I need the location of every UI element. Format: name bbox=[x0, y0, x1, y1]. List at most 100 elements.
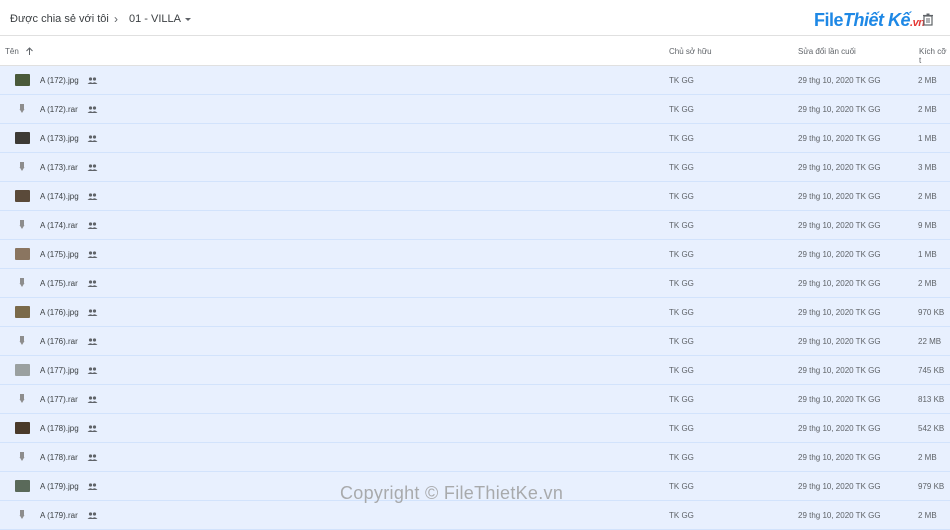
file-modified: 29 thg 10, 2020 TK GG bbox=[798, 482, 881, 491]
file-row[interactable]: A (179).rar TK GG 29 thg 10, 2020 TK GG 2 M… bbox=[0, 501, 950, 530]
file-owner: TK GG bbox=[669, 105, 694, 114]
trash-icon[interactable] bbox=[922, 13, 934, 26]
file-modified: 29 thg 10, 2020 TK GG bbox=[798, 250, 881, 259]
file-row[interactable]: A (174).jpg TK GG 29 thg 10, 2020 TK GG 2 M… bbox=[0, 182, 950, 211]
arrow-up-icon[interactable] bbox=[25, 47, 34, 56]
file-name[interactable]: A (178).rar bbox=[40, 453, 78, 462]
file-row[interactable]: A (178).jpg TK GG 29 thg 10, 2020 TK GG 542… bbox=[0, 414, 950, 443]
file-owner: TK GG bbox=[669, 163, 694, 172]
file-name[interactable]: A (175).jpg bbox=[40, 250, 79, 259]
file-size: 1 MB bbox=[918, 250, 937, 259]
file-name[interactable]: A (175).rar bbox=[40, 279, 78, 288]
file-size: 745 KB bbox=[918, 366, 945, 375]
file-name[interactable]: A (174).jpg bbox=[40, 192, 79, 201]
file-modified: 29 thg 10, 2020 TK GG bbox=[798, 453, 881, 462]
shared-people-icon bbox=[87, 338, 98, 345]
column-header-modified[interactable]: Sửa đổi lần cuối bbox=[798, 47, 856, 56]
file-owner: TK GG bbox=[669, 250, 694, 259]
file-row[interactable]: A (177).jpg TK GG 29 thg 10, 2020 TK GG 745… bbox=[0, 356, 950, 385]
file-name[interactable]: A (172).rar bbox=[40, 105, 78, 114]
file-owner: TK GG bbox=[669, 192, 694, 201]
file-size: 970 KB bbox=[918, 308, 945, 317]
column-header-owner[interactable]: Chủ sở hữu bbox=[669, 47, 712, 56]
shared-people-icon bbox=[87, 454, 98, 461]
image-thumbnail-icon bbox=[15, 480, 30, 492]
file-row[interactable]: A (176).jpg TK GG 29 thg 10, 2020 TK GG 970… bbox=[0, 298, 950, 327]
breadcrumb-current-folder[interactable]: 01 - VILLA bbox=[129, 13, 181, 25]
file-owner: TK GG bbox=[669, 221, 694, 230]
file-name[interactable]: A (177).jpg bbox=[40, 366, 79, 375]
file-size: 2 MB bbox=[918, 105, 937, 114]
file-size: 3 MB bbox=[918, 163, 937, 172]
archive-file-icon bbox=[19, 220, 25, 229]
image-thumbnail-icon bbox=[15, 190, 30, 202]
file-row[interactable]: A (177).rar TK GG 29 thg 10, 2020 TK GG 813… bbox=[0, 385, 950, 414]
file-name[interactable]: A (176).rar bbox=[40, 337, 78, 346]
breadcrumb-shared-with-me[interactable]: Được chia sẻ với tôi bbox=[10, 13, 109, 25]
shared-people-icon bbox=[87, 164, 98, 171]
file-owner: TK GG bbox=[669, 424, 694, 433]
file-name[interactable]: A (172).jpg bbox=[40, 76, 79, 85]
chevron-down-icon[interactable] bbox=[182, 13, 194, 25]
shared-people-icon bbox=[87, 425, 98, 432]
file-owner: TK GG bbox=[669, 76, 694, 85]
shared-people-icon bbox=[87, 483, 98, 490]
shared-people-icon bbox=[87, 106, 98, 113]
file-name[interactable]: A (179).jpg bbox=[40, 482, 79, 491]
file-list: A (172).jpg TK GG 29 thg 10, 2020 TK GG 2 M… bbox=[0, 66, 950, 530]
file-name[interactable]: A (176).jpg bbox=[40, 308, 79, 317]
column-header-name[interactable]: Tên bbox=[5, 47, 19, 56]
file-modified: 29 thg 10, 2020 TK GG bbox=[798, 366, 881, 375]
watermark: Copyright © FileThietKe.vn bbox=[340, 483, 564, 503]
shared-people-icon bbox=[87, 367, 98, 374]
site-logo: FileThiết Kế.vn bbox=[814, 10, 925, 30]
file-row[interactable]: A (175).rar TK GG 29 thg 10, 2020 TK GG 2 M… bbox=[0, 269, 950, 298]
file-owner: TK GG bbox=[669, 337, 694, 346]
file-row[interactable]: A (175).jpg TK GG 29 thg 10, 2020 TK GG 1 M… bbox=[0, 240, 950, 269]
file-modified: 29 thg 10, 2020 TK GG bbox=[798, 163, 881, 172]
archive-file-icon bbox=[19, 452, 25, 461]
file-row[interactable]: A (172).jpg TK GG 29 thg 10, 2020 TK GG 2 M… bbox=[0, 66, 950, 95]
image-thumbnail-icon bbox=[15, 306, 30, 318]
file-size: 22 MB bbox=[918, 337, 942, 346]
file-name[interactable]: A (174).rar bbox=[40, 221, 78, 230]
image-thumbnail-icon bbox=[15, 422, 30, 434]
file-row[interactable]: A (173).rar TK GG 29 thg 10, 2020 TK GG 3 M… bbox=[0, 153, 950, 182]
file-owner: TK GG bbox=[669, 482, 694, 491]
column-header-size[interactable]: Kích cỡ t bbox=[919, 47, 950, 65]
file-row[interactable]: A (173).jpg TK GG 29 thg 10, 2020 TK GG 1 M… bbox=[0, 124, 950, 153]
shared-people-icon bbox=[87, 280, 98, 287]
archive-file-icon bbox=[19, 394, 25, 403]
image-thumbnail-icon bbox=[15, 74, 30, 86]
file-owner: TK GG bbox=[669, 308, 694, 317]
file-name[interactable]: A (173).rar bbox=[40, 163, 78, 172]
file-row[interactable]: A (172).rar TK GG 29 thg 10, 2020 TK GG 2 M… bbox=[0, 95, 950, 124]
file-name[interactable]: A (178).jpg bbox=[40, 424, 79, 433]
file-size: 2 MB bbox=[918, 453, 937, 462]
file-modified: 29 thg 10, 2020 TK GG bbox=[798, 337, 881, 346]
file-modified: 29 thg 10, 2020 TK GG bbox=[798, 221, 881, 230]
file-row[interactable]: A (178).rar TK GG 29 thg 10, 2020 TK GG 2 M… bbox=[0, 443, 950, 472]
image-thumbnail-icon bbox=[15, 132, 30, 144]
archive-file-icon bbox=[19, 162, 25, 171]
archive-file-icon bbox=[19, 278, 25, 287]
file-modified: 29 thg 10, 2020 TK GG bbox=[798, 105, 881, 114]
file-modified: 29 thg 10, 2020 TK GG bbox=[798, 76, 881, 85]
file-size: 979 KB bbox=[918, 482, 945, 491]
file-name[interactable]: A (177).rar bbox=[40, 395, 78, 404]
file-owner: TK GG bbox=[669, 366, 694, 375]
shared-people-icon bbox=[87, 77, 98, 84]
archive-file-icon bbox=[19, 104, 25, 113]
file-owner: TK GG bbox=[669, 453, 694, 462]
file-name[interactable]: A (173).jpg bbox=[40, 134, 79, 143]
shared-people-icon bbox=[87, 512, 98, 519]
shared-people-icon bbox=[87, 309, 98, 316]
shared-people-icon bbox=[87, 222, 98, 229]
file-size: 2 MB bbox=[918, 76, 937, 85]
file-row[interactable]: A (176).rar TK GG 29 thg 10, 2020 TK GG 22 … bbox=[0, 327, 950, 356]
archive-file-icon bbox=[19, 336, 25, 345]
file-row[interactable]: A (174).rar TK GG 29 thg 10, 2020 TK GG 9 M… bbox=[0, 211, 950, 240]
file-owner: TK GG bbox=[669, 279, 694, 288]
file-size: 1 MB bbox=[918, 134, 937, 143]
file-modified: 29 thg 10, 2020 TK GG bbox=[798, 134, 881, 143]
